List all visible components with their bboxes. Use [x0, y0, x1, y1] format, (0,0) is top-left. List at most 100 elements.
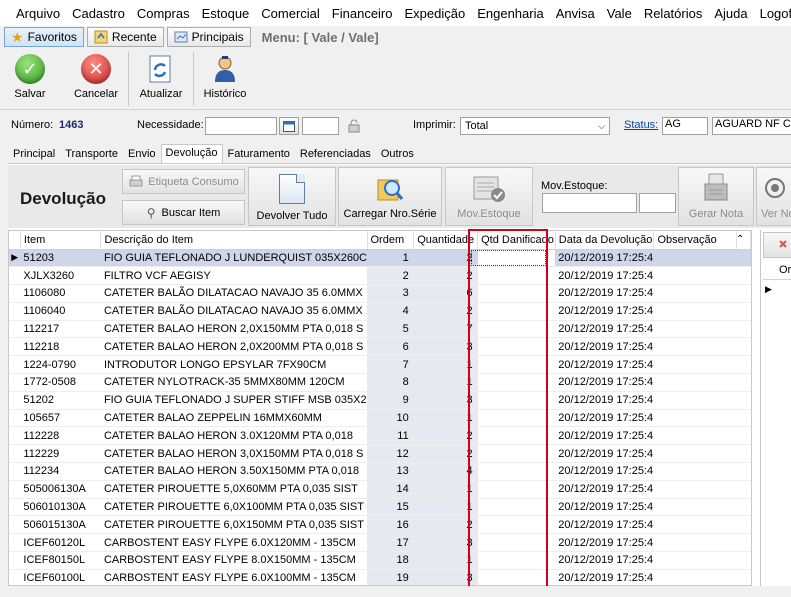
items-grid[interactable]: Item Descrição do Item Ordem Quantidade Qtd …	[8, 230, 752, 586]
table-cell[interactable]	[477, 480, 556, 499]
column-header[interactable]: Qtd Danificado	[477, 231, 556, 250]
menu-item[interactable]: Engenharia	[471, 6, 550, 21]
refresh-button[interactable]: Atualizar	[135, 48, 187, 108]
table-cell[interactable]	[653, 498, 737, 517]
table-cell[interactable]	[653, 444, 737, 464]
menu-item[interactable]: Estoque	[196, 6, 256, 21]
subtab[interactable]: Devolução	[160, 144, 223, 163]
column-header[interactable]: Item	[20, 231, 102, 250]
table-row[interactable]: 506015130A CATETER PIROUETTE 6,0X150MM PT…	[9, 515, 751, 535]
table-row[interactable]: 112228 CATETER BALAO HERON 3.0X120MM PTA …	[9, 426, 751, 446]
ver-nota-button[interactable]: Ver No	[756, 167, 791, 226]
mov-estoque-button[interactable]: Mov.Estoque	[445, 167, 533, 226]
menu-item[interactable]: Relatórios	[638, 6, 709, 21]
necessidade-date-field[interactable]	[205, 117, 277, 135]
table-row[interactable]: 112234 CATETER BALAO HERON 3.50X150MM PTA…	[9, 462, 751, 481]
table-cell[interactable]	[653, 320, 737, 339]
tab-recente[interactable]: Recente	[86, 27, 164, 47]
table-cell[interactable]	[653, 373, 737, 392]
subtab[interactable]: Envio	[123, 145, 161, 163]
menu-item[interactable]: Vale	[601, 6, 638, 21]
table-cell[interactable]	[653, 551, 737, 570]
table-cell[interactable]	[653, 480, 737, 499]
column-header[interactable]: Quantidade	[413, 231, 479, 250]
status-link[interactable]: Status:	[624, 119, 658, 131]
mov-estoque-field[interactable]	[542, 193, 637, 213]
tab-favoritos[interactable]: ★ Favoritos	[4, 27, 84, 47]
table-cell[interactable]	[653, 462, 737, 481]
table-cell[interactable]	[477, 355, 556, 375]
menu-item[interactable]: Logoff	[754, 6, 791, 21]
table-cell[interactable]	[653, 302, 737, 321]
table-row[interactable]: 112229 CATETER BALAO HERON 3,0X150MM PTA …	[9, 444, 751, 464]
table-row[interactable]: 112217 CATETER BALAO HERON 2,0X150MM PTA …	[9, 320, 751, 339]
table-cell[interactable]	[653, 426, 737, 446]
table-cell[interactable]	[653, 249, 737, 268]
lock-button[interactable]	[344, 117, 364, 135]
menu-item[interactable]: Ajuda	[708, 6, 753, 21]
table-cell[interactable]	[477, 498, 556, 517]
menu-item[interactable]: Anvisa	[550, 6, 601, 21]
necessidade-time-field[interactable]	[302, 117, 339, 135]
table-cell[interactable]	[653, 337, 737, 357]
menu-item[interactable]: Financeiro	[326, 6, 399, 21]
menu-item[interactable]: Compras	[131, 6, 196, 21]
carregar-serie-button[interactable]: Carregar Nro.Série	[338, 167, 442, 226]
column-header[interactable]: Observação	[653, 231, 737, 250]
table-row[interactable]: ICEF60100L CARBOSTENT EASY FLYPE 6.0X100M…	[9, 569, 751, 585]
save-button[interactable]: ✓ Salvar	[8, 48, 52, 108]
table-cell[interactable]	[477, 426, 556, 446]
table-cell[interactable]	[477, 266, 556, 286]
column-header[interactable]: Data da Devolução	[555, 231, 655, 250]
calendar-button[interactable]	[279, 117, 299, 135]
table-row[interactable]: XJLX3260 FILTRO VCF AEGISY 2 2 20/12/2019 17…	[9, 266, 751, 286]
table-row[interactable]: 1106040 CATETER BALÃO DILATACAO NAVAJO 35…	[9, 302, 751, 321]
history-button[interactable]: Histórico	[200, 48, 250, 108]
table-row[interactable]: ICEF60120L CARBOSTENT EASY FLYPE 6.0X120M…	[9, 533, 751, 553]
table-row[interactable]: ▶ 51203 FIO GUIA TEFLONADO J LUNDERQUIST 0…	[9, 249, 751, 268]
devolver-tudo-button[interactable]: Devolver Tudo	[248, 167, 336, 226]
gerar-nota-button[interactable]: Gerar Nota	[678, 167, 754, 226]
table-cell[interactable]	[653, 391, 737, 410]
table-row[interactable]: 505006130A CATETER PIROUETTE 5,0X60MM PTA…	[9, 480, 751, 499]
table-cell[interactable]	[477, 409, 556, 428]
table-cell[interactable]	[477, 462, 556, 481]
table-cell[interactable]	[477, 302, 556, 321]
status-code-field[interactable]: AG	[662, 117, 708, 135]
table-cell[interactable]	[653, 515, 737, 535]
imprimir-select[interactable]: Total ⌵	[460, 117, 610, 135]
table-cell[interactable]	[477, 391, 556, 410]
table-cell[interactable]	[477, 337, 556, 357]
table-row[interactable]: 1772-0508 CATETER NYLOTRACK-35 5MMX80MM 1…	[9, 373, 751, 392]
table-row[interactable]: ICEF80150L CARBOSTENT EASY FLYPE 8.0X150M…	[9, 551, 751, 570]
table-row[interactable]: 112218 CATETER BALAO HERON 2,0X200MM PTA …	[9, 337, 751, 357]
buscar-item-button[interactable]: ⚲ Buscar Item	[122, 200, 245, 225]
subtab[interactable]: Referenciadas	[295, 145, 376, 163]
table-row[interactable]: 1106080 CATETER BALÃO DILATACAO NAVAJO 35…	[9, 284, 751, 303]
subtab[interactable]: Faturamento	[223, 145, 295, 163]
column-header[interactable]: Descrição do Item	[100, 231, 368, 250]
menu-item[interactable]: Arquivo	[10, 6, 66, 21]
table-cell[interactable]	[477, 284, 556, 303]
menu-item[interactable]: Cadastro	[66, 6, 131, 21]
chevron-up-icon[interactable]: ⌃	[736, 234, 744, 245]
table-cell[interactable]	[477, 320, 556, 339]
table-row[interactable]: 51202 FIO GUIA TEFLONADO J SUPER STIFF MS…	[9, 391, 751, 410]
table-row[interactable]: 506010130A CATETER PIROUETTE 6,0X100MM PT…	[9, 498, 751, 517]
subtab[interactable]: Transporte	[60, 145, 123, 163]
table-cell[interactable]	[477, 373, 556, 392]
column-header[interactable]: Ordem	[367, 231, 415, 250]
tab-principais[interactable]: Principais	[166, 27, 251, 47]
table-cell[interactable]	[477, 249, 556, 268]
table-cell[interactable]	[477, 444, 556, 464]
table-row[interactable]: 105657 CATETER BALAO ZEPPELIN 16MMX60MM 10…	[9, 409, 751, 428]
table-cell[interactable]	[477, 551, 556, 570]
table-cell[interactable]	[653, 284, 737, 303]
mov-estoque-field-2[interactable]	[639, 193, 676, 213]
cancel-button[interactable]: ✕ Cancelar	[70, 48, 122, 108]
table-cell[interactable]	[477, 533, 556, 553]
subtab[interactable]: Outros	[376, 145, 419, 163]
menu-item[interactable]: Comercial	[255, 6, 326, 21]
table-cell[interactable]	[653, 355, 737, 375]
etiqueta-consumo-button[interactable]: Etiqueta Consumo	[122, 169, 245, 194]
